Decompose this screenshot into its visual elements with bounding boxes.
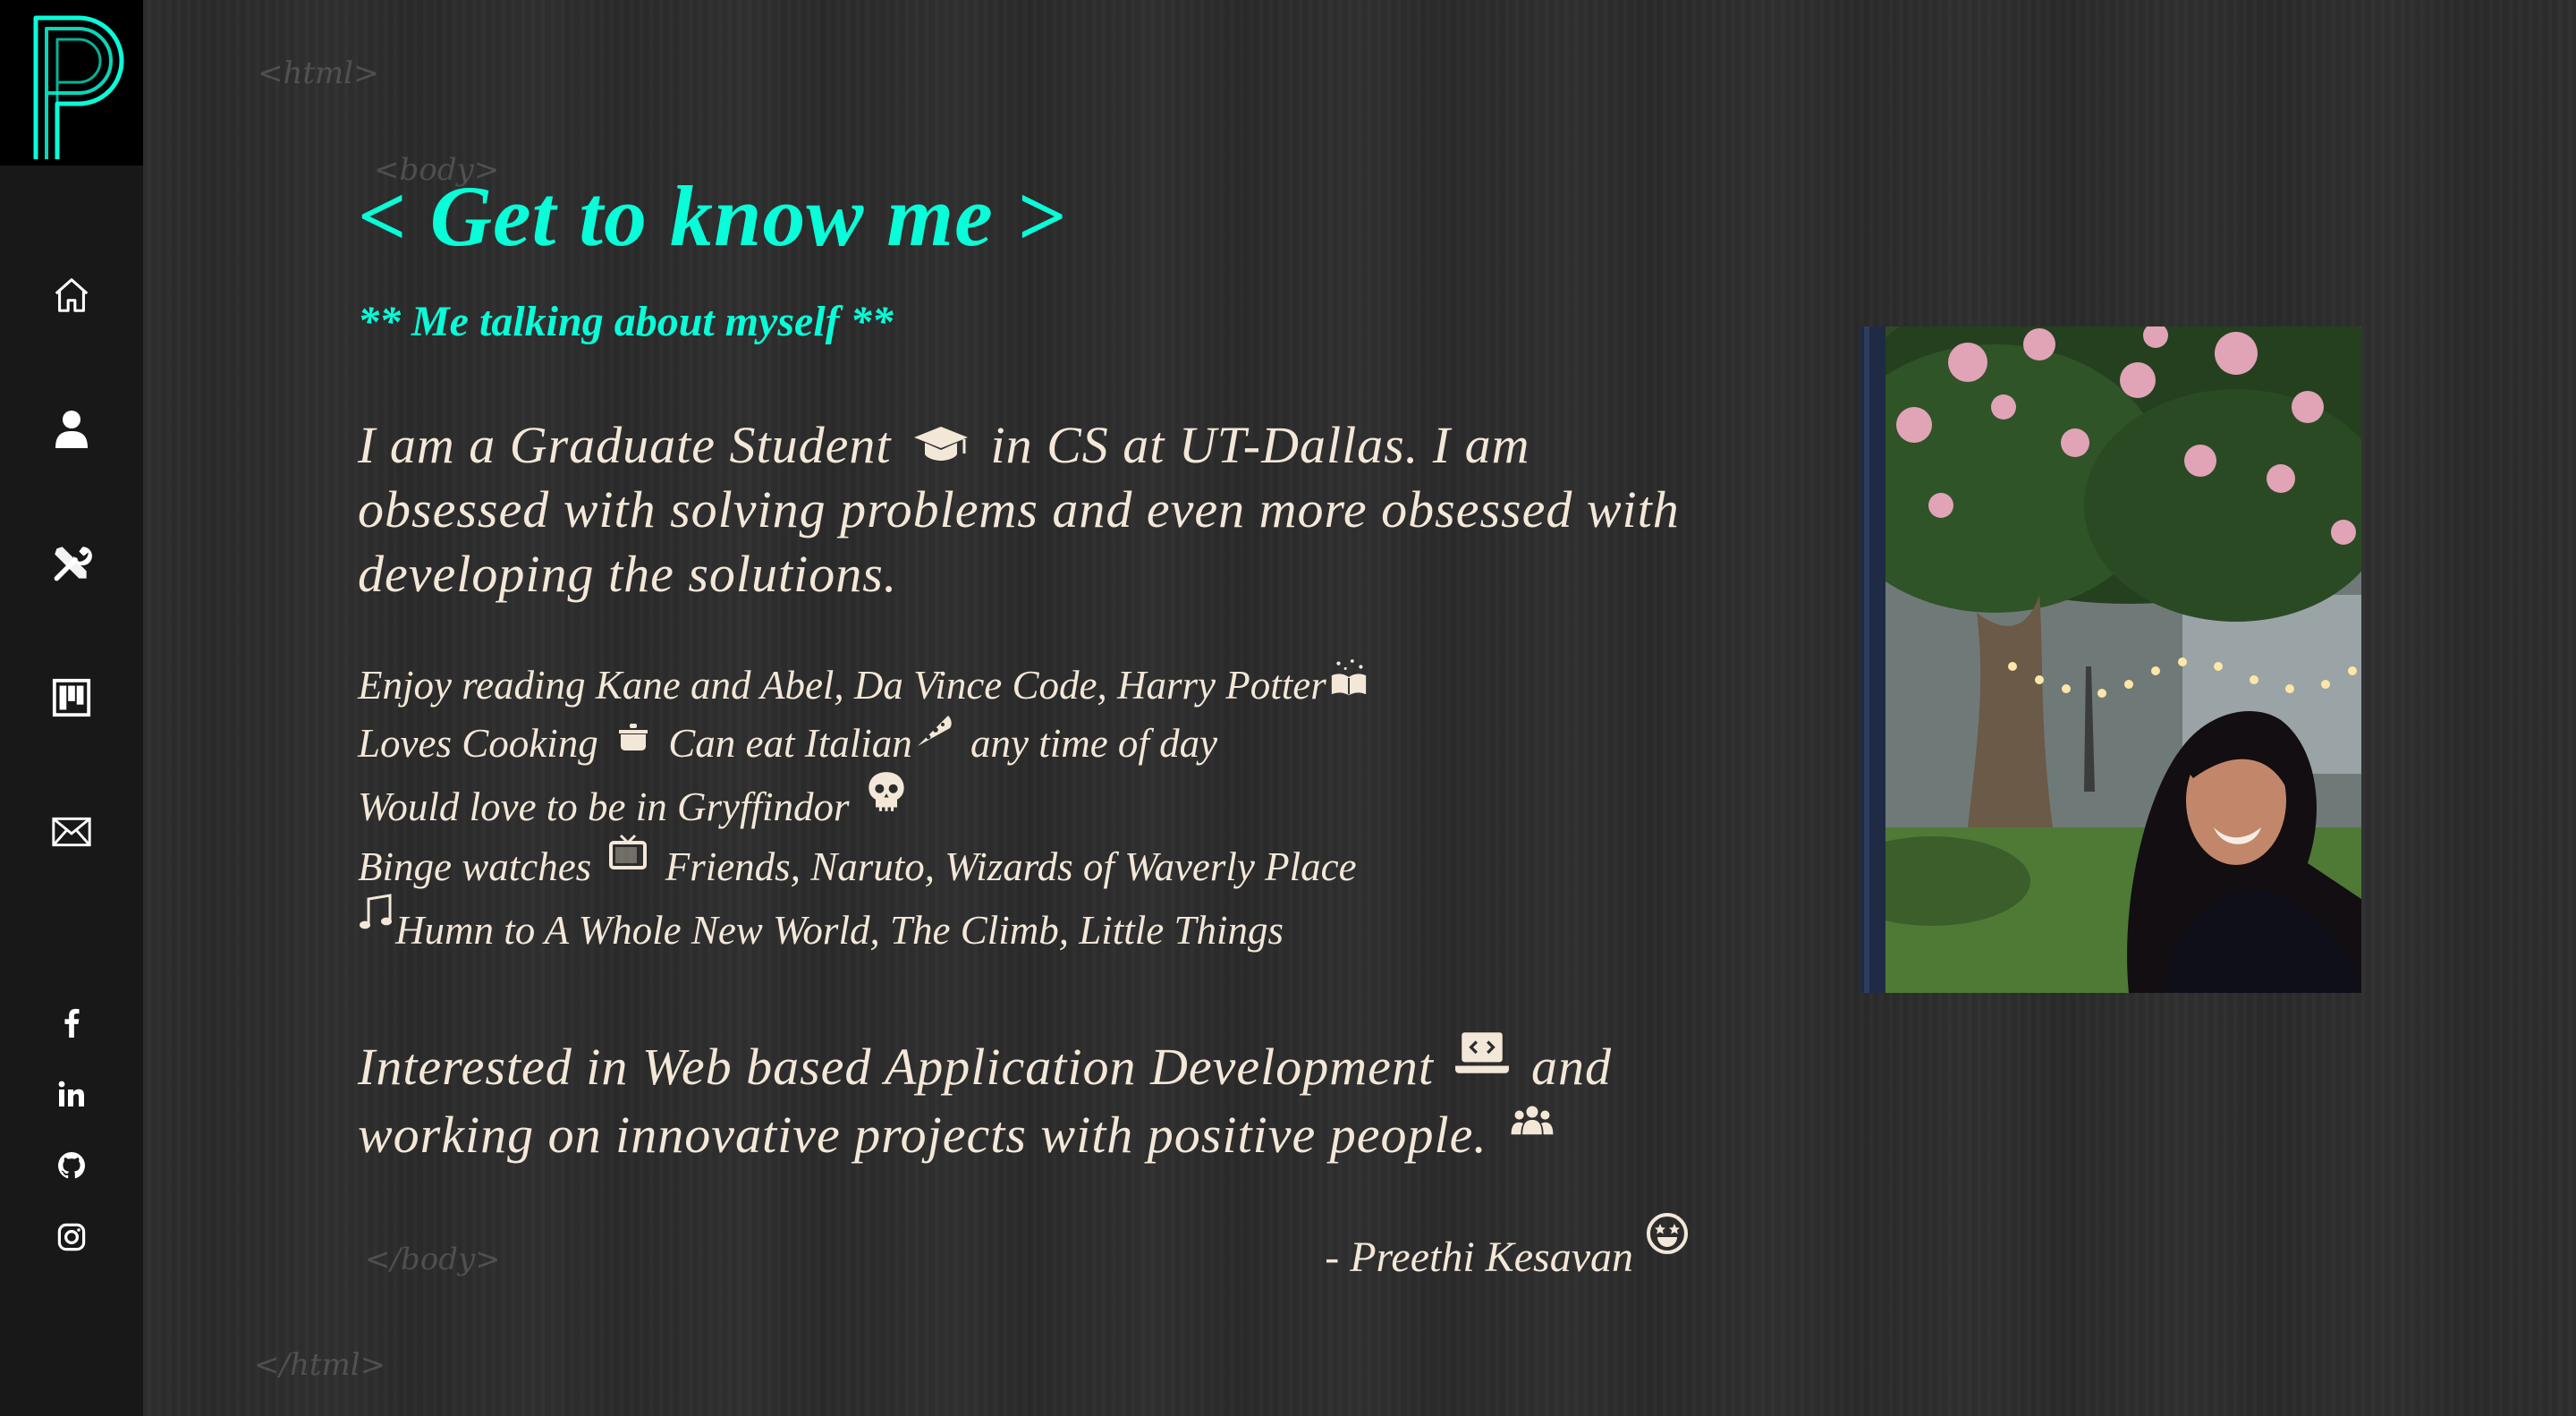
social-linkedin[interactable] bbox=[0, 1072, 143, 1116]
music-notes-icon bbox=[360, 894, 392, 929]
nav-skills[interactable] bbox=[0, 528, 143, 599]
page-title: < Get to know me > bbox=[358, 168, 1066, 264]
sidebar: P bbox=[0, 0, 143, 1416]
intro-text-1: I am a Graduate Student bbox=[358, 416, 892, 474]
user-icon bbox=[55, 411, 88, 448]
logo[interactable]: P bbox=[0, 0, 143, 165]
page-subtitle: ** Me talking about myself ** bbox=[358, 298, 894, 345]
facebook-icon bbox=[64, 1008, 80, 1038]
music-text: Humn to A Whole New World, The Climb, Li… bbox=[395, 908, 1284, 953]
reading-text: Enjoy reading Kane and Abel, Da Vince Co… bbox=[358, 663, 1326, 708]
intro-paragraph: I am a Graduate Student in CS at UT-Dall… bbox=[358, 413, 1717, 606]
list-item-cooking: Loves Cooking Can eat Italian any time o… bbox=[358, 712, 1369, 770]
likes-list: Enjoy reading Kane and Abel, Da Vince Co… bbox=[358, 657, 1369, 957]
interest-paragraph: Interested in Web based Application Deve… bbox=[358, 1030, 1717, 1169]
social-github[interactable] bbox=[0, 1143, 143, 1188]
pizza-slice-icon bbox=[917, 716, 952, 746]
italian-text: Can eat Italian bbox=[668, 721, 912, 766]
author-name: - Preethi Kesavan bbox=[1325, 1234, 1633, 1281]
nav-contact[interactable] bbox=[0, 796, 143, 868]
interest-text-1: Interested in Web based Application Deve… bbox=[358, 1038, 1434, 1096]
nav-work[interactable] bbox=[0, 662, 143, 733]
instagram-icon bbox=[57, 1223, 86, 1251]
star-struck-face-icon bbox=[1647, 1213, 1688, 1254]
portrait-photo bbox=[1860, 326, 2361, 993]
signature: - Preethi Kesavan bbox=[1325, 1212, 1689, 1289]
shows-text: Friends, Naruto, Wizards of Waverly Plac… bbox=[665, 844, 1357, 889]
laptop-code-icon bbox=[1455, 1032, 1510, 1073]
binge-text: Binge watches bbox=[358, 844, 592, 889]
projects-board-icon bbox=[52, 678, 91, 717]
tag-body-close: </body> bbox=[365, 1242, 501, 1277]
nav-about[interactable] bbox=[0, 394, 143, 465]
tv-icon bbox=[609, 834, 648, 869]
list-item-gryffindor: Would love to be in Gryffindor bbox=[358, 770, 1369, 834]
magic-book-icon bbox=[1331, 659, 1366, 696]
list-item-tv: Binge watches Friends, Naruto, Wizards o… bbox=[358, 834, 1369, 894]
mail-icon bbox=[52, 817, 91, 847]
cooking-text: Loves Cooking bbox=[358, 721, 598, 766]
linkedin-icon bbox=[58, 1081, 84, 1107]
list-item-reading: Enjoy reading Kane and Abel, Da Vince Co… bbox=[358, 657, 1369, 712]
home-icon bbox=[55, 278, 89, 312]
list-item-music: Humn to A Whole New World, The Climb, Li… bbox=[358, 894, 1369, 957]
portrait-illustration bbox=[1860, 326, 2361, 993]
people-group-icon bbox=[1511, 1106, 1554, 1135]
tag-html-open: <html> bbox=[258, 55, 379, 91]
graduation-cap-icon bbox=[914, 427, 968, 461]
social-instagram[interactable] bbox=[0, 1215, 143, 1259]
github-icon bbox=[58, 1152, 85, 1179]
logo-p-icon: P bbox=[33, 15, 124, 159]
tag-html-close: </html> bbox=[254, 1347, 386, 1383]
tools-icon bbox=[54, 547, 92, 581]
skull-icon bbox=[869, 772, 904, 811]
anytime-text: any time of day bbox=[970, 721, 1218, 766]
cooking-pot-icon bbox=[618, 724, 648, 750]
nav-home[interactable] bbox=[0, 259, 143, 331]
gryffindor-text: Would love to be in Gryffindor bbox=[358, 784, 850, 829]
social-facebook[interactable] bbox=[0, 1000, 143, 1045]
